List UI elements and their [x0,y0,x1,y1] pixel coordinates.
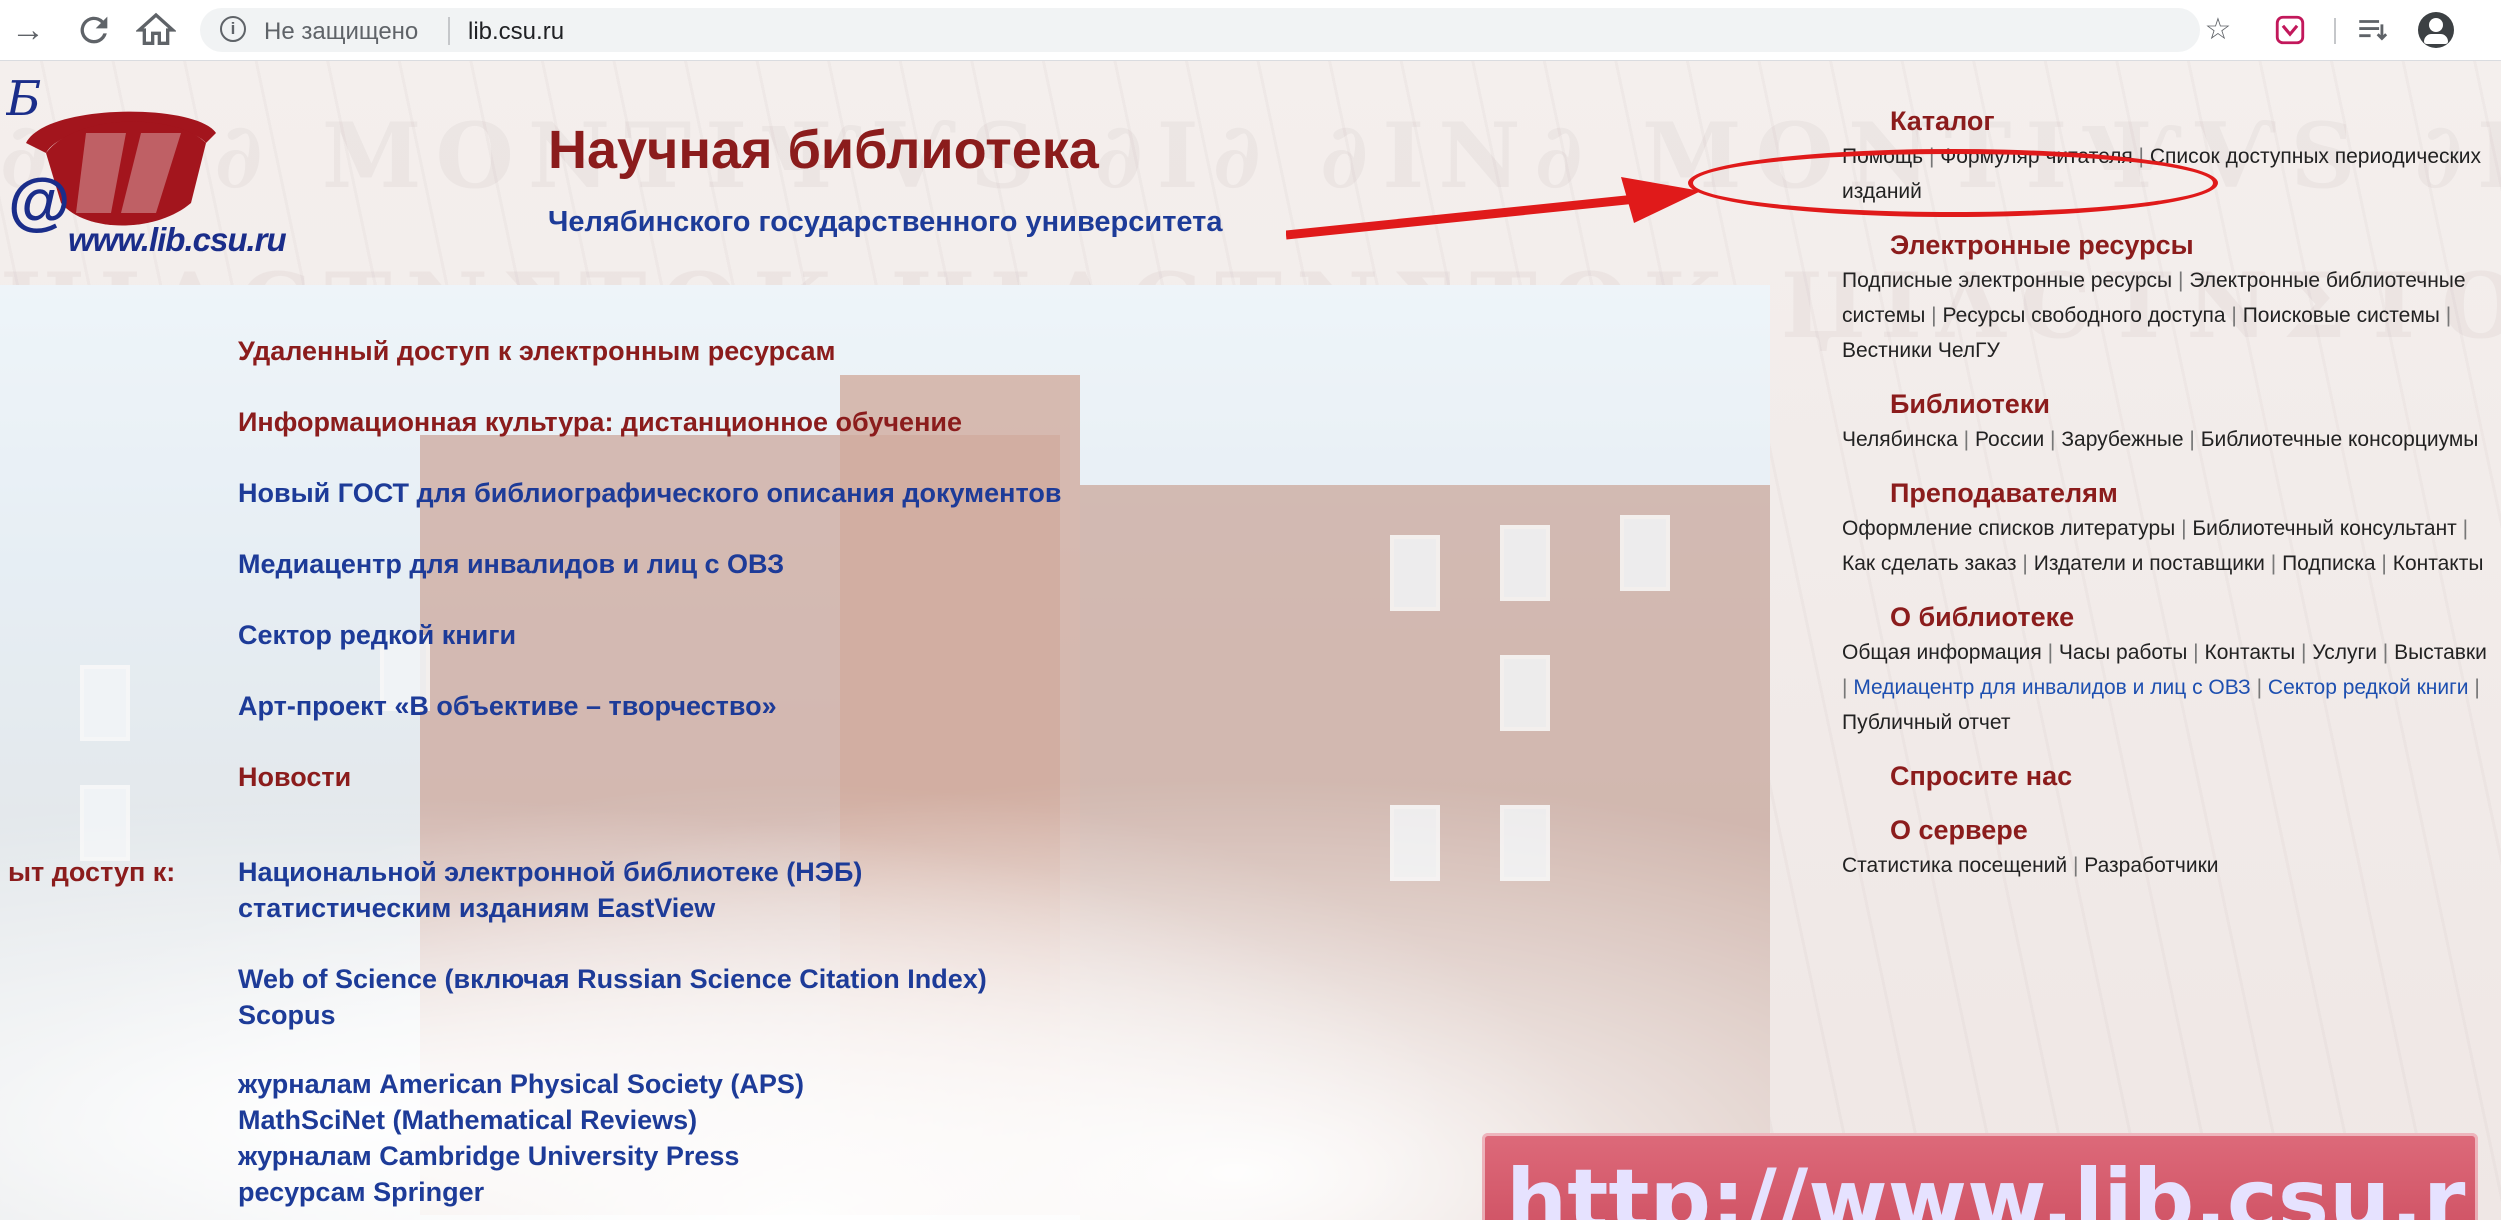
link-subscribed[interactable]: Подписные электронные ресурсы [1842,269,2172,292]
browser-toolbar: → i Не защищено lib.csu.ru ☆ [0,0,2501,61]
link-news[interactable]: Новости [238,759,351,795]
section-eresources[interactable]: Электронные ресурсы [1842,227,2492,263]
svg-text:Б: Б [6,73,41,127]
section-ask[interactable]: Спросите нас [1842,758,2492,794]
section-catalog[interactable]: Каталог [1842,103,2492,139]
link-public-report[interactable]: Публичный отчет [1842,711,2010,734]
home-icon[interactable] [134,10,178,50]
link-services[interactable]: Услуги [2312,641,2377,664]
link-neb[interactable]: Национальной электронной библиотеке (НЭБ… [238,854,862,890]
link-order[interactable]: Как сделать заказ [1842,552,2017,575]
info-icon[interactable]: i [220,16,246,42]
link-consultant[interactable]: Библиотечный консультант [2192,517,2456,540]
page-body: ∂ӀΝ∂ МΟΝΤΙѰѴЅ ∂Ӏ∂ ∂ӀΝ∂ МΟΝΤΙѰѴЅ ∂Ӏ∂ ∂ӀΝ∂… [0,61,2501,1220]
link-aps[interactable]: журналам American Physical Society (APS) [238,1066,804,1102]
divider [448,17,450,45]
url-banner: http://www.lib.csu.r [1482,1133,2478,1220]
section-about[interactable]: О библиотеке [1842,599,2492,635]
page-subtitle: Челябинского государственного университе… [548,206,1223,238]
link-publishers[interactable]: Издатели и поставщики [2034,552,2265,575]
link-web-of-science[interactable]: Web of Science (включая Russian Science … [238,961,987,997]
libraries-links: Челябинска | России | Зарубежные | Библи… [1842,428,2479,451]
right-menu: Каталог Помощь | Формуляр читателя | Спи… [1842,103,2492,901]
profile-icon[interactable] [2418,12,2454,48]
link-eastview[interactable]: статистическим изданиям EastView [238,890,715,926]
link-hours[interactable]: Часы работы [2059,641,2187,664]
security-label: Не защищено [264,18,419,45]
link-consortiums[interactable]: Библиотечные консорциумы [2201,428,2479,451]
access-label: ыт доступ к: [8,857,176,887]
link-springer[interactable]: ресурсам Springer [238,1174,484,1210]
link-developers[interactable]: Разработчики [2084,854,2218,877]
reading-list-icon[interactable] [2352,10,2392,50]
link-about-contacts[interactable]: Контакты [2204,641,2295,664]
reload-icon[interactable] [74,10,114,50]
eresources-links: Подписные электронные ресурсы | Электрон… [1842,269,2466,362]
section-teachers[interactable]: Преподавателям [1842,475,2492,511]
about-links: Общая информация | Часы работы | Контакт… [1842,641,2487,734]
svg-text:@: @ [8,165,70,233]
logo-url[interactable]: www.lib.csu.ru [68,221,287,259]
link-stats[interactable]: Статистика посещений [1842,854,2067,877]
forward-icon[interactable]: → [8,10,48,50]
teachers-links: Оформление списков литературы | Библиоте… [1842,517,2484,575]
section-server[interactable]: О сервере [1842,812,2492,848]
link-info-culture[interactable]: Информационная культура: дистанционное о… [238,404,962,440]
link-lit-lists[interactable]: Оформление списков литературы [1842,517,2175,540]
url-text[interactable]: lib.csu.ru [468,18,564,46]
star-icon[interactable]: ☆ [2198,10,2238,50]
link-exhibitions[interactable]: Выставки [2394,641,2487,664]
link-art-project[interactable]: Арт-проект «В объективе – творчество» [238,688,777,724]
link-search-systems[interactable]: Поисковые системы [2243,304,2440,327]
link-chelyabinsk[interactable]: Челябинска [1842,428,1958,451]
link-subscription[interactable]: Подписка [2282,552,2376,575]
link-russia[interactable]: России [1975,428,2044,451]
banner-url-text[interactable]: http://www.lib.csu.r [1506,1151,2466,1220]
link-cambridge[interactable]: журналам Cambridge University Press [238,1138,739,1174]
link-scopus[interactable]: Scopus [238,997,336,1033]
highlight-ellipse [1688,149,2218,217]
link-vestniki[interactable]: Вестники ЧелГУ [1842,339,2000,362]
link-about-rare-books[interactable]: Сектор редкой книги [2268,676,2469,699]
link-remote-access[interactable]: Удаленный доступ к электронным ресурсам [238,333,835,369]
link-mediacenter[interactable]: Медиацентр для инвалидов и лиц с ОВЗ [238,546,784,582]
link-about-mediacenter[interactable]: Медиацентр для инвалидов и лиц с ОВЗ [1853,676,2250,699]
link-foreign[interactable]: Зарубежные [2061,428,2183,451]
page-title: Научная библиотека [548,120,1099,180]
link-new-gost[interactable]: Новый ГОСТ для библиографического описан… [238,475,1061,511]
library-logo[interactable]: Б @ www.lib.csu.ru [5,71,306,258]
divider [2334,18,2336,44]
link-rare-books[interactable]: Сектор редкой книги [238,617,516,653]
section-libraries[interactable]: Библиотеки [1842,386,2492,422]
server-links: Статистика посещений | Разработчики [1842,854,2219,877]
link-contacts[interactable]: Контакты [2393,552,2484,575]
annotation-arrow [1286,177,1701,240]
link-general-info[interactable]: Общая информация [1842,641,2042,664]
extension-icon[interactable] [2270,10,2310,50]
link-free-resources[interactable]: Ресурсы свободного доступа [1942,304,2225,327]
address-bar[interactable]: i Не защищено lib.csu.ru [200,8,2200,52]
link-mathscinet[interactable]: MathSciNet (Mathematical Reviews) [238,1102,697,1138]
